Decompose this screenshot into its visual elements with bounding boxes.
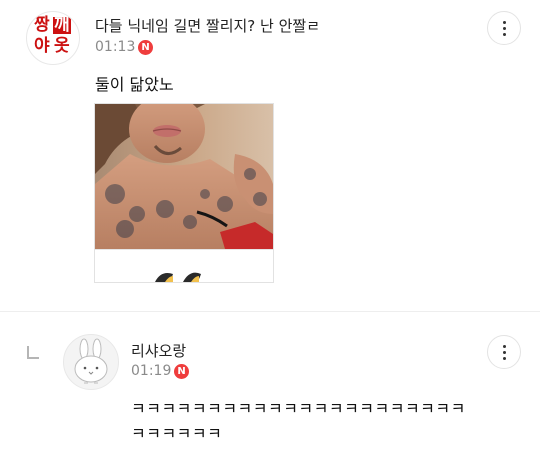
avatar[interactable] [63,334,119,390]
avatar-char-1: 짱 [34,15,50,35]
comment-text: 둘이 닮았노 [95,75,174,94]
comment-text-line-1: ㅋㅋㅋㅋㅋㅋㅋㅋㅋㅋㅋㅋㅋㅋㅋㅋㅋㅋㅋㅋㅋㅋ [131,399,466,418]
comment-photo [95,104,273,282]
comment-image[interactable] [94,103,274,283]
comment-text-line-2: ㅋㅋㅋㅋㅋㅋ [131,424,223,443]
new-badge: N [174,364,189,379]
new-badge: N [138,40,153,55]
more-options-button[interactable] [487,11,521,45]
reply-arrow-icon [27,346,39,359]
more-options-button[interactable] [487,335,521,369]
divider [0,311,540,312]
avatar-char-2: 깨 [53,15,71,35]
comment-author[interactable]: 리샤오랑 [131,340,186,361]
comment-time: 01:13 [95,39,136,55]
comment-time: 01:19 [131,363,172,379]
comment-author[interactable]: 다들 닉네임 길면 짤리지? 난 안짤ㄹ [95,15,320,36]
avatar-char-3: 야 [34,36,50,56]
bunny-icon [74,338,108,384]
avatar[interactable]: 짱 깨 야 옷 [26,11,80,65]
avatar-char-4: 옷 [54,36,70,56]
